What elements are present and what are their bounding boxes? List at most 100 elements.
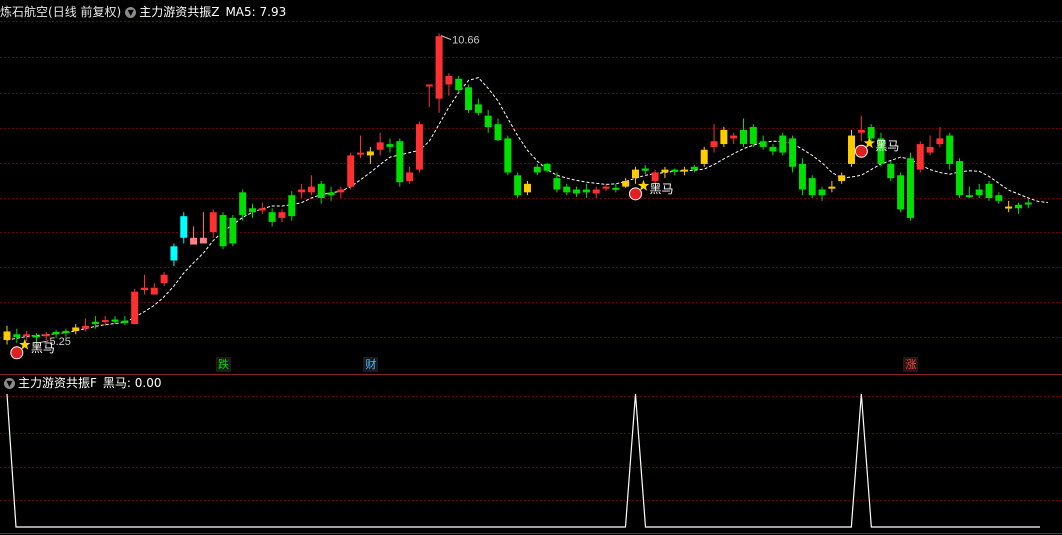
- candle-body: [838, 175, 846, 181]
- candle-body: [681, 169, 689, 172]
- candle-body: [23, 334, 31, 337]
- candle-body: [985, 183, 993, 199]
- candle-body: [317, 183, 325, 199]
- candle-body: [258, 208, 266, 211]
- ma5-value: MA5: 7.93: [225, 5, 287, 19]
- candle-body: [965, 195, 973, 198]
- candle-body: [131, 291, 139, 325]
- candle-body: [887, 163, 895, 179]
- candle-body: [101, 320, 109, 323]
- candle-body: [641, 168, 649, 171]
- sub-indicator-name[interactable]: 主力游资共振F: [18, 373, 97, 393]
- candle-body: [808, 178, 816, 196]
- candle-body: [239, 192, 247, 216]
- candle-body: [268, 212, 276, 222]
- candle-body: [32, 335, 40, 338]
- candle-body: [759, 141, 767, 147]
- candle-body: [494, 124, 502, 141]
- candle-body: [121, 320, 129, 323]
- candle-body: [651, 172, 659, 181]
- main-header: 炼石航空 (日线 前复权) ▼ 主力游资共振Z MA5: 7.93: [0, 2, 286, 22]
- candle-body: [995, 195, 1003, 201]
- indicator-dropdown-icon[interactable]: ▼: [125, 6, 137, 18]
- ma5-line: [6, 77, 1048, 341]
- sub-header: ▼ 主力游资共振F 黑马: 0.00: [0, 373, 161, 393]
- event-marker: 财: [363, 357, 379, 372]
- candle-body: [710, 141, 718, 147]
- stock-chart[interactable]: 5.2510.66 黑马黑马黑马: [0, 0, 1062, 535]
- candle-body: [160, 274, 168, 284]
- candle-body: [612, 187, 620, 190]
- candle-body: [445, 75, 453, 85]
- sub-indicator-line: [6, 393, 1040, 528]
- candle-body: [111, 319, 119, 322]
- candle-body: [180, 216, 188, 238]
- event-marker: 跌: [216, 357, 232, 372]
- period-label[interactable]: (日线 前复权): [48, 2, 121, 22]
- candle-body: [406, 172, 414, 181]
- candle-body: [415, 124, 423, 170]
- candle-body: [798, 163, 806, 190]
- candle-body: [749, 127, 757, 145]
- candle-body: [592, 189, 600, 194]
- signal-ball-icon: [10, 346, 24, 360]
- candle-body: [573, 189, 581, 194]
- indicator-name[interactable]: 主力游资共振Z: [139, 2, 219, 22]
- candle-body: [857, 129, 865, 133]
- candle-body: [229, 217, 237, 244]
- candle-body: [602, 186, 610, 189]
- candle-body: [366, 151, 374, 156]
- candle-body: [769, 146, 777, 152]
- candle-body: [249, 208, 256, 213]
- candle-body: [1014, 204, 1022, 209]
- candle-body: [465, 87, 473, 111]
- candle-body: [386, 144, 394, 147]
- candle-body: [897, 175, 905, 210]
- candle-body: [690, 166, 698, 170]
- candle-body: [337, 189, 345, 193]
- candle-body: [916, 144, 924, 170]
- candle-body: [740, 129, 747, 145]
- candle-body: [3, 331, 11, 340]
- candle-body: [523, 183, 531, 193]
- black-horse-signals: 黑马黑马黑马: [10, 137, 899, 360]
- candle-body: [936, 138, 944, 145]
- signal-ball-icon: [628, 187, 642, 201]
- candle-body: [298, 189, 306, 193]
- price-label: 10.66: [452, 35, 480, 47]
- candle-body: [906, 158, 914, 218]
- stock-name[interactable]: 炼石航空: [0, 2, 48, 22]
- candle-body: [219, 215, 227, 247]
- grid-lines: [0, 21, 1062, 534]
- sub-indicator-dropdown-icon[interactable]: ▼: [4, 377, 15, 389]
- candle-body: [357, 152, 365, 155]
- candle-body: [307, 186, 315, 193]
- candle-body: [582, 189, 590, 193]
- candle-body: [671, 169, 679, 172]
- candle-body: [926, 146, 934, 153]
- candle-body: [62, 330, 70, 334]
- candle-body: [209, 212, 217, 233]
- candle-body: [975, 189, 983, 196]
- candle-body: [288, 195, 296, 217]
- candle-body: [396, 141, 404, 183]
- candle-body: [190, 237, 198, 245]
- candle-body: [867, 127, 875, 139]
- candle-body: [631, 169, 639, 179]
- candle-body: [533, 166, 541, 173]
- candle-body: [278, 212, 286, 218]
- candle-body: [848, 135, 856, 164]
- candle-body: [818, 189, 826, 196]
- black-horse-label: 黑马: [649, 182, 673, 196]
- candle-body: [543, 163, 551, 171]
- candle-body: [1024, 202, 1032, 205]
- candle-body: [376, 142, 384, 150]
- candle-body: [504, 138, 512, 173]
- candle-body: [720, 129, 728, 145]
- candle-body: [199, 237, 207, 244]
- candle-body: [828, 186, 836, 189]
- candle-body: [484, 115, 492, 128]
- candle-body: [52, 332, 60, 335]
- candle-body: [91, 321, 99, 325]
- candle-body: [72, 327, 80, 331]
